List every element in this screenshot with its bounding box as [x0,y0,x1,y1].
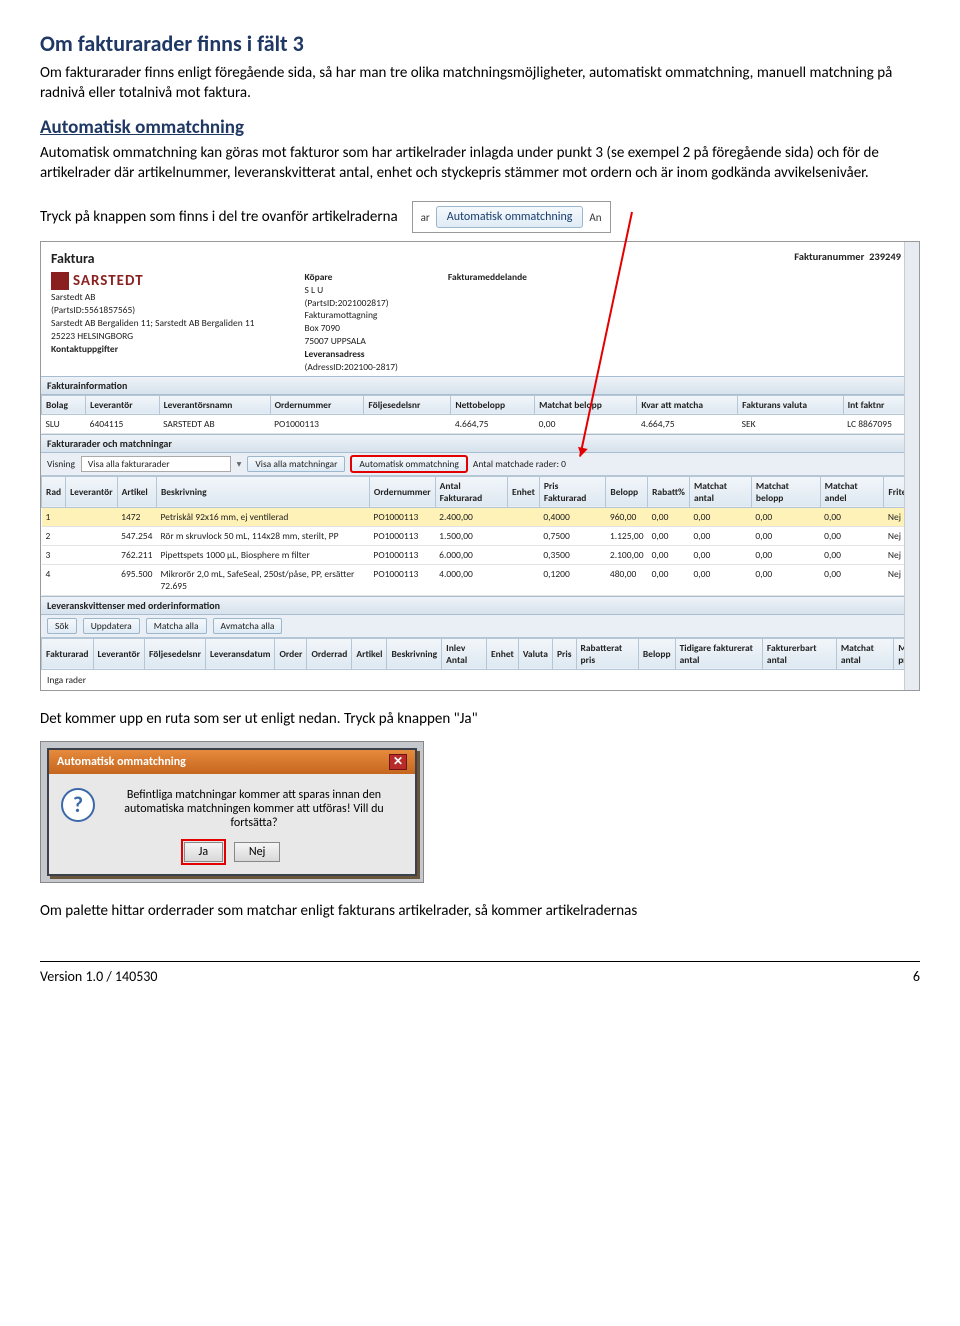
refresh-button[interactable]: Uppdatera [83,618,140,634]
page-footer: Version 1.0 / 140530 6 [40,961,920,985]
seller-block: SARSTEDT Sarstedt AB (PartsID:5561857565… [51,271,254,374]
yes-button[interactable]: Ja [184,842,224,862]
invoice-heading: Faktura [51,250,909,267]
lk-table: FakturaradLeverantörFöljesedelsnr Levera… [41,638,919,670]
scrollbar[interactable] [904,242,919,690]
invoice-number: Fakturanummer 239249 [794,250,901,263]
press-button-text: Tryck på knappen som finns i del tre ova… [40,208,398,226]
visning-label: Visning [47,458,75,470]
page-number: 6 [913,968,920,985]
matched-count: Antal matchade rader: 0 [473,458,566,470]
section-fakturainfo: Fakturainformation [41,376,919,395]
dialog-title: Automatisk ommatchning [57,755,186,769]
confirm-dialog: Automatisk ommatchning ✕ ? Befintliga ma… [47,748,417,876]
match-all-button[interactable]: Matcha alla [146,618,207,634]
intro-paragraph: Om fakturarader finns enligt föregående … [40,63,920,104]
section-leveranskvittenser: Leveranskvittenser med orderinformation [41,596,919,615]
invoice-rows-table: RadLeverantörArtikel BeskrivningOrdernum… [41,476,919,596]
after-dialog-text: Om palette hittar orderrader som matchar… [40,901,920,921]
invoice-info-table: BolagLeverantörLeverantörsnamn Ordernumm… [41,395,919,434]
sarstedt-logo: SARSTEDT [51,271,254,291]
table-row[interactable]: SLU6404115SARSTEDT AB PO10001134.664,75 … [42,414,919,433]
section-heading-auto: Automatisk ommatchning [40,116,920,139]
section-body-auto: Automatisk ommatchning kan göras mot fak… [40,143,920,184]
table-row[interactable]: 4695.500Mikrorör 2,0 mL, SafeSeal, 250st… [42,564,919,595]
no-rows-text: Inga rader [41,670,919,690]
meddelande-label: Fakturameddelande [448,271,527,374]
question-icon: ? [61,788,95,822]
auto-rematch-button[interactable]: Automatisk ommatchning [351,456,466,472]
button-snippet: ar Automatisk ommatchning An [412,201,611,233]
unmatch-all-button[interactable]: Avmatcha alla [213,618,283,634]
logo-icon [51,272,69,290]
table-row[interactable]: 3762.211Pipettspets 1000 µL, Biosphere m… [42,545,919,564]
visning-dropdown[interactable]: Visa alla fakturarader [81,456,231,472]
version-text: Version 1.0 / 140530 [40,968,157,985]
snippet-left-text: ar [421,211,430,224]
post-shot-text: Det kommer upp en ruta som ser ut enligt… [40,709,920,729]
snippet-right-text: An [589,211,601,224]
search-button[interactable]: Sök [47,618,77,634]
buyer-block: Köpare S L U (PartsID:2021002817) Faktur… [304,271,397,374]
app-screenshot: Fakturanummer 239249 Faktura SARSTEDT Sa… [40,241,920,691]
section-fakturarader: Fakturarader och matchningar [41,434,919,453]
table-row[interactable]: 11472Petriskål 92x16 mm, ej ventilerad P… [42,507,919,526]
page-title: Om fakturarader finns i fält 3 [40,30,920,57]
table-row[interactable]: 2547.254Rör m skruvlock 50 mL, 114x28 mm… [42,526,919,545]
visa-alla-matchningar-button[interactable]: Visa alla matchningar [247,456,345,472]
dialog-body-text: Befintliga matchningar kommer att sparas… [105,788,403,830]
close-icon[interactable]: ✕ [389,754,407,770]
no-button[interactable]: Nej [234,842,281,862]
auto-rematch-button-sample[interactable]: Automatisk ommatchning [436,206,584,228]
